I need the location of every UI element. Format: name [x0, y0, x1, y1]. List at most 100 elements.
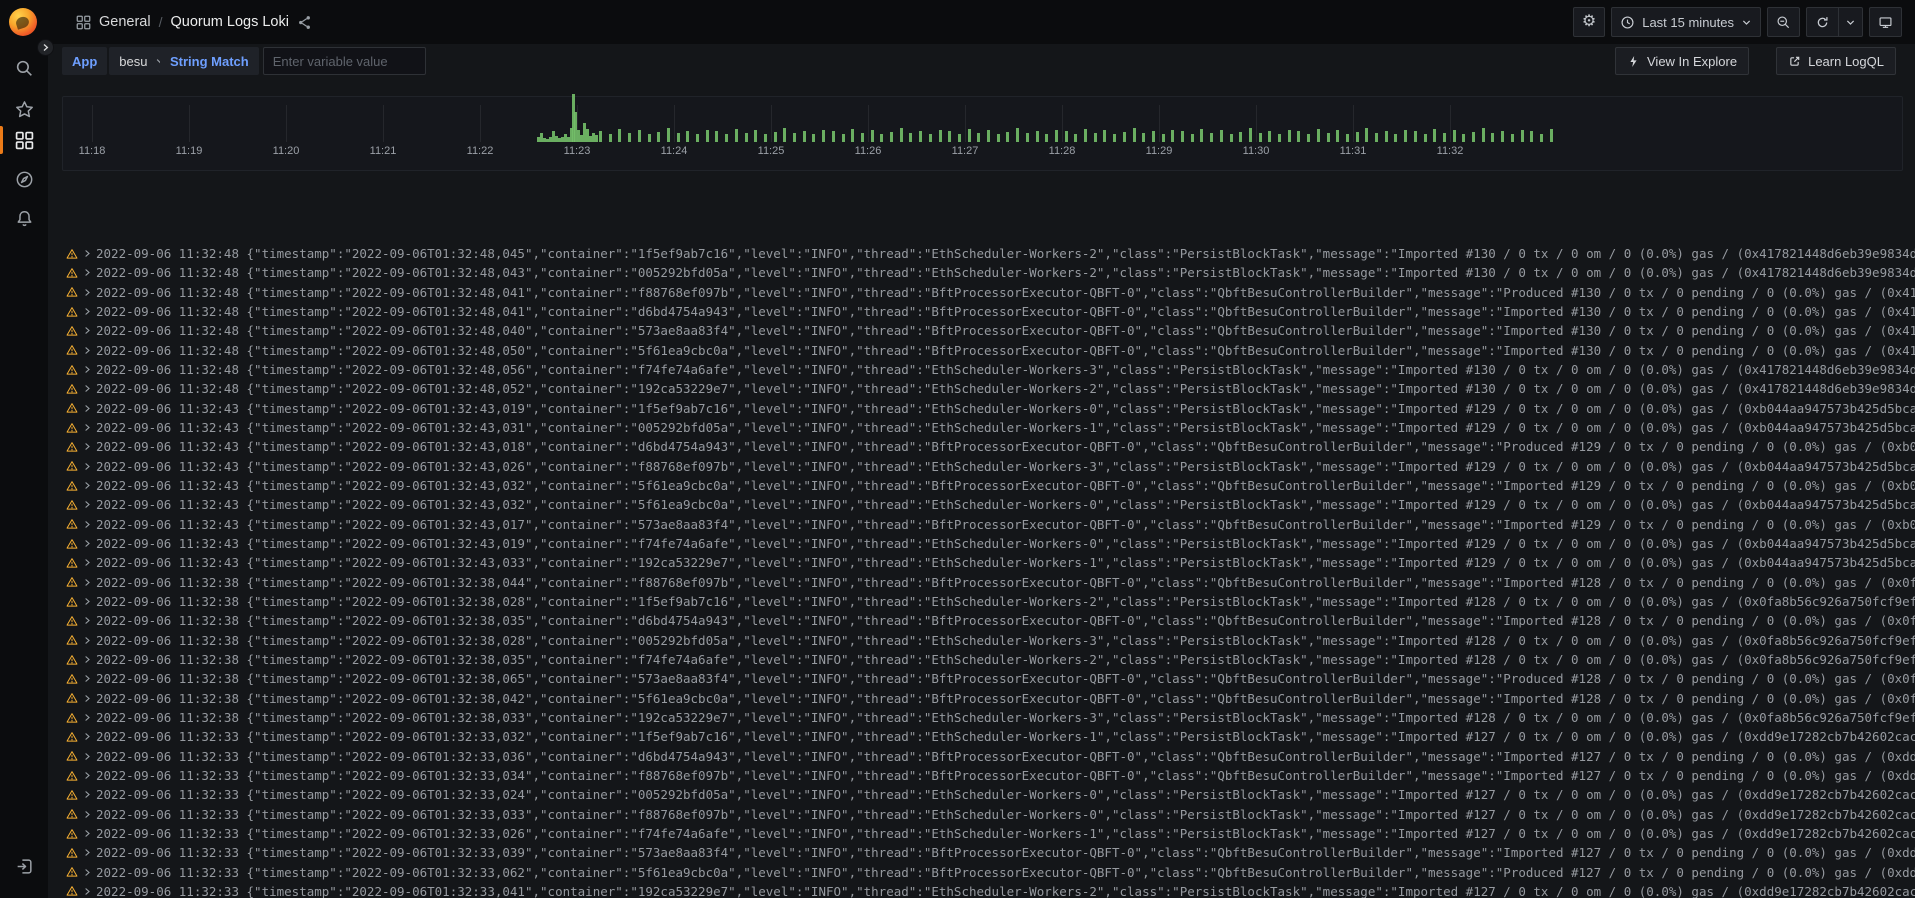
log-volume-bar [1278, 134, 1281, 142]
log-volume-bar [1394, 134, 1397, 142]
log-volume-bar [977, 133, 980, 142]
sidebar-item-alerting[interactable] [0, 201, 48, 235]
share-icon[interactable] [297, 15, 312, 30]
warning-level-icon [66, 885, 78, 897]
expand-log-chevron-icon [83, 307, 92, 316]
log-line-text: 2022-09-06 11:32:48 {"timestamp":"2022-0… [96, 362, 1915, 377]
chevron-down-icon [1741, 17, 1752, 28]
log-row[interactable]: 2022-09-06 11:32:48 {"timestamp":"2022-0… [62, 302, 1915, 321]
time-range-picker[interactable]: Last 15 minutes [1611, 7, 1761, 37]
log-row[interactable]: 2022-09-06 11:32:38 {"timestamp":"2022-0… [62, 592, 1915, 611]
bell-icon [15, 209, 34, 228]
log-line-text: 2022-09-06 11:32:38 {"timestamp":"2022-0… [96, 671, 1915, 686]
log-row[interactable]: 2022-09-06 11:32:43 {"timestamp":"2022-0… [62, 437, 1915, 456]
log-row[interactable]: 2022-09-06 11:32:48 {"timestamp":"2022-0… [62, 379, 1915, 398]
sidebar-item-dashboards[interactable] [0, 123, 48, 157]
log-row[interactable]: 2022-09-06 11:32:33 {"timestamp":"2022-0… [62, 785, 1915, 804]
learn-logql-button[interactable]: Learn LogQL [1776, 47, 1896, 75]
log-volume-bar [1142, 133, 1145, 142]
sidebar-item-explore[interactable] [0, 162, 48, 196]
log-row[interactable]: 2022-09-06 11:32:48 {"timestamp":"2022-0… [62, 341, 1915, 360]
log-row[interactable]: 2022-09-06 11:32:33 {"timestamp":"2022-0… [62, 843, 1915, 862]
top-nav-bar: General / Quorum Logs Loki ⚙ Last 15 min… [48, 0, 1915, 44]
grafana-logo[interactable] [9, 8, 37, 36]
variable-match-input[interactable] [263, 47, 426, 75]
log-volume-bar [1162, 134, 1165, 142]
log-row[interactable]: 2022-09-06 11:32:38 {"timestamp":"2022-0… [62, 669, 1915, 688]
warning-level-icon [66, 750, 78, 762]
log-volume-bar [929, 134, 932, 142]
log-row[interactable]: 2022-09-06 11:32:43 {"timestamp":"2022-0… [62, 515, 1915, 534]
expand-log-chevron-icon [83, 655, 92, 664]
log-row[interactable]: 2022-09-06 11:32:33 {"timestamp":"2022-0… [62, 747, 1915, 766]
log-volume-bar [706, 130, 709, 142]
log-row[interactable]: 2022-09-06 11:32:33 {"timestamp":"2022-0… [62, 805, 1915, 824]
gridline [965, 105, 966, 142]
log-row[interactable]: 2022-09-06 11:32:43 {"timestamp":"2022-0… [62, 399, 1915, 418]
log-volume-histogram[interactable]: 11:1811:1911:2011:2111:2211:2311:2411:25… [62, 96, 1903, 171]
log-line-text: 2022-09-06 11:32:33 {"timestamp":"2022-0… [96, 807, 1915, 822]
refresh-interval-dropdown[interactable] [1838, 7, 1863, 37]
warning-level-icon [66, 770, 78, 782]
log-row[interactable]: 2022-09-06 11:32:48 {"timestamp":"2022-0… [62, 321, 1915, 340]
sidebar-item-sign-in[interactable] [0, 849, 48, 883]
log-row[interactable]: 2022-09-06 11:32:48 {"timestamp":"2022-0… [62, 244, 1915, 263]
refresh-button[interactable] [1806, 7, 1838, 37]
log-line-text: 2022-09-06 11:32:43 {"timestamp":"2022-0… [96, 401, 1915, 416]
log-row[interactable]: 2022-09-06 11:32:38 {"timestamp":"2022-0… [62, 631, 1915, 650]
log-row[interactable]: 2022-09-06 11:32:38 {"timestamp":"2022-0… [62, 650, 1915, 669]
log-row[interactable]: 2022-09-06 11:32:38 {"timestamp":"2022-0… [62, 708, 1915, 727]
log-row[interactable]: 2022-09-06 11:32:33 {"timestamp":"2022-0… [62, 727, 1915, 746]
log-row[interactable]: 2022-09-06 11:32:33 {"timestamp":"2022-0… [62, 824, 1915, 843]
log-row[interactable]: 2022-09-06 11:32:48 {"timestamp":"2022-0… [62, 283, 1915, 302]
log-row[interactable]: 2022-09-06 11:32:38 {"timestamp":"2022-0… [62, 689, 1915, 708]
log-row[interactable]: 2022-09-06 11:32:43 {"timestamp":"2022-0… [62, 476, 1915, 495]
log-row[interactable]: 2022-09-06 11:32:38 {"timestamp":"2022-0… [62, 611, 1915, 630]
warning-level-icon [66, 286, 78, 298]
log-line-text: 2022-09-06 11:32:33 {"timestamp":"2022-0… [96, 749, 1915, 764]
variable-match-label: String Match [160, 47, 259, 75]
sidebar-item-starred[interactable] [0, 92, 48, 126]
expand-sidebar-button[interactable] [37, 39, 54, 56]
log-volume-bar [1365, 128, 1368, 142]
warning-level-icon [66, 422, 78, 434]
log-row[interactable]: 2022-09-06 11:32:43 {"timestamp":"2022-0… [62, 495, 1915, 514]
dashboard-settings-button[interactable]: ⚙ [1573, 7, 1605, 37]
log-volume-bar [1094, 133, 1097, 142]
log-row[interactable]: 2022-09-06 11:32:33 {"timestamp":"2022-0… [62, 882, 1915, 898]
warning-level-icon [66, 673, 78, 685]
breadcrumb-dashboard-title[interactable]: Quorum Logs Loki [170, 14, 288, 30]
log-row[interactable]: 2022-09-06 11:32:48 {"timestamp":"2022-0… [62, 263, 1915, 282]
cycle-view-mode-button[interactable] [1869, 7, 1902, 37]
log-row[interactable]: 2022-09-06 11:32:43 {"timestamp":"2022-0… [62, 457, 1915, 476]
expand-log-chevron-icon [83, 442, 92, 451]
logs-panel: 2022-09-06 11:32:48 {"timestamp":"2022-0… [62, 244, 1915, 898]
log-row[interactable]: 2022-09-06 11:32:38 {"timestamp":"2022-0… [62, 573, 1915, 592]
warning-level-icon [66, 306, 78, 318]
expand-log-chevron-icon [83, 616, 92, 625]
log-row[interactable]: 2022-09-06 11:32:43 {"timestamp":"2022-0… [62, 553, 1915, 572]
warning-level-icon [66, 538, 78, 550]
x-tick-label: 11:23 [564, 145, 591, 157]
log-line-text: 2022-09-06 11:32:38 {"timestamp":"2022-0… [96, 613, 1915, 628]
log-volume-bar [1152, 131, 1155, 142]
warning-level-icon [66, 615, 78, 627]
time-zoom-out-button[interactable] [1767, 7, 1800, 37]
view-in-explore-button[interactable]: View In Explore [1615, 47, 1749, 75]
log-volume-bar [958, 134, 961, 142]
log-volume-bar [1220, 130, 1223, 142]
warning-level-icon [66, 402, 78, 414]
log-line-text: 2022-09-06 11:32:48 {"timestamp":"2022-0… [96, 304, 1915, 319]
log-row[interactable]: 2022-09-06 11:32:33 {"timestamp":"2022-0… [62, 766, 1915, 785]
log-row[interactable]: 2022-09-06 11:32:43 {"timestamp":"2022-0… [62, 534, 1915, 553]
log-row[interactable]: 2022-09-06 11:32:43 {"timestamp":"2022-0… [62, 418, 1915, 437]
log-row[interactable]: 2022-09-06 11:32:33 {"timestamp":"2022-0… [62, 863, 1915, 882]
gridline [480, 105, 481, 142]
log-volume-bar [851, 129, 854, 142]
breadcrumb-separator: / [159, 14, 163, 30]
sidebar-item-search[interactable] [0, 51, 48, 85]
gridline [189, 105, 190, 142]
variable-string-match: String Match [160, 47, 426, 75]
log-row[interactable]: 2022-09-06 11:32:48 {"timestamp":"2022-0… [62, 360, 1915, 379]
breadcrumb-folder[interactable]: General [99, 14, 151, 30]
